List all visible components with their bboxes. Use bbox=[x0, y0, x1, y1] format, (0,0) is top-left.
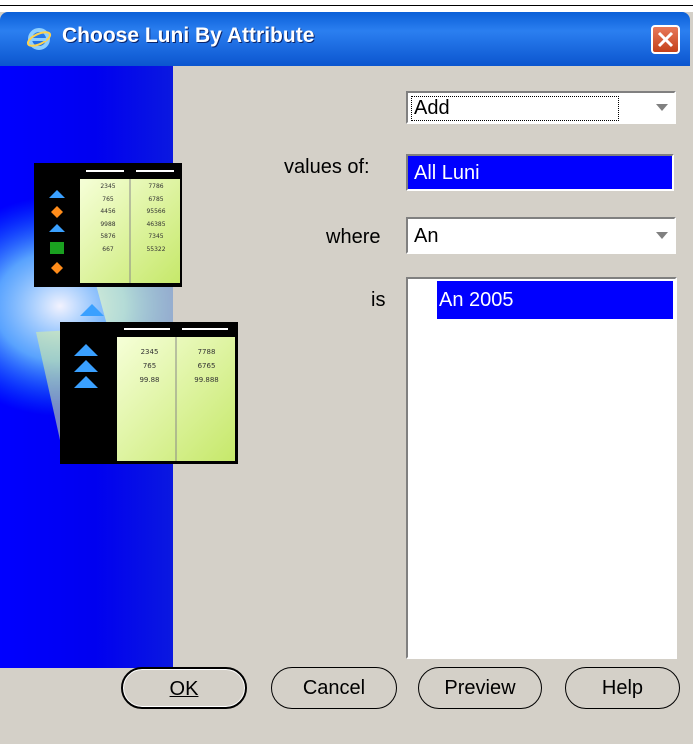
panel-cell: 95566 bbox=[146, 208, 166, 215]
values-of-field[interactable]: All Luni bbox=[406, 154, 674, 191]
where-select[interactable]: An bbox=[406, 217, 676, 254]
panel-cell: 765 bbox=[102, 195, 114, 203]
panel-row: 99.88 99.888 bbox=[121, 373, 235, 387]
panel-cell: 6765 bbox=[197, 362, 216, 370]
panel-cell: 2345 bbox=[140, 348, 159, 356]
panel-cell: 7788 bbox=[197, 348, 216, 356]
panel-row: 4456 95566 bbox=[84, 206, 180, 219]
top-rule bbox=[0, 0, 693, 6]
panel-cell: 99.88 bbox=[139, 376, 160, 384]
close-icon bbox=[657, 31, 674, 48]
panel-cell: 765 bbox=[142, 362, 157, 370]
panel-row: 667 55322 bbox=[84, 244, 180, 257]
is-listbox[interactable]: An 2005 bbox=[406, 277, 677, 659]
values-of-value: All Luni bbox=[414, 162, 480, 184]
panel-cell: 55322 bbox=[146, 245, 166, 253]
panel-cell: 6785 bbox=[148, 195, 164, 203]
panel-cell: 46385 bbox=[146, 220, 166, 228]
panel-row: 9988 46385 bbox=[84, 219, 180, 232]
panel-cell: 5876 bbox=[100, 233, 116, 240]
title-bar[interactable]: Choose Luni By Attribute bbox=[0, 12, 690, 66]
panel-row: 5876 7345 bbox=[84, 231, 180, 244]
panel-cell: 667 bbox=[102, 245, 114, 253]
panel-cell: 4456 bbox=[100, 208, 116, 215]
data-panels-graphic bbox=[34, 163, 238, 464]
panel-cell: 7786 bbox=[148, 183, 164, 190]
where-value: An bbox=[414, 225, 439, 247]
cancel-label: Cancel bbox=[302, 677, 366, 699]
values-of-label: values of: bbox=[284, 156, 370, 178]
panel-cell: 2345 bbox=[100, 183, 116, 190]
where-label: where bbox=[326, 226, 381, 248]
action-value: Add bbox=[411, 96, 619, 121]
chevron-down-icon bbox=[656, 104, 668, 111]
ok-label: OK bbox=[169, 678, 199, 700]
window-title: Choose Luni By Attribute bbox=[62, 24, 315, 47]
is-label: is bbox=[371, 289, 386, 311]
panel-cell: 7345 bbox=[148, 233, 164, 240]
browser-icon bbox=[26, 28, 52, 50]
close-button[interactable] bbox=[651, 25, 680, 54]
choose-luni-dialog: Choose Luni By Attribute 2345 7786 765 6… bbox=[0, 12, 693, 744]
chevron-down-icon bbox=[656, 232, 668, 239]
panel-1-numbers: 2345 7786 765 6785 4456 95566 9988 46385 5876 734… bbox=[84, 181, 180, 256]
cancel-button[interactable]: Cancel bbox=[271, 667, 397, 709]
panel-row: 2345 7788 bbox=[121, 345, 235, 359]
preview-label: Preview bbox=[444, 677, 516, 699]
list-item[interactable]: An 2005 bbox=[437, 281, 673, 319]
panel-cell: 99.888 bbox=[194, 376, 219, 384]
panel-row: 765 6785 bbox=[84, 194, 180, 207]
help-label: Help bbox=[601, 677, 644, 699]
panel-row: 765 6765 bbox=[121, 359, 235, 373]
ok-button[interactable]: OK bbox=[121, 667, 247, 709]
panel-row: 2345 7786 bbox=[84, 181, 180, 194]
help-button[interactable]: Help bbox=[565, 667, 680, 709]
preview-button[interactable]: Preview bbox=[418, 667, 542, 709]
panel-cell: 9988 bbox=[100, 220, 116, 228]
action-select[interactable]: Add bbox=[406, 91, 676, 124]
panel-2-numbers: 2345 7788 765 6765 99.88 99.888 bbox=[121, 345, 235, 387]
